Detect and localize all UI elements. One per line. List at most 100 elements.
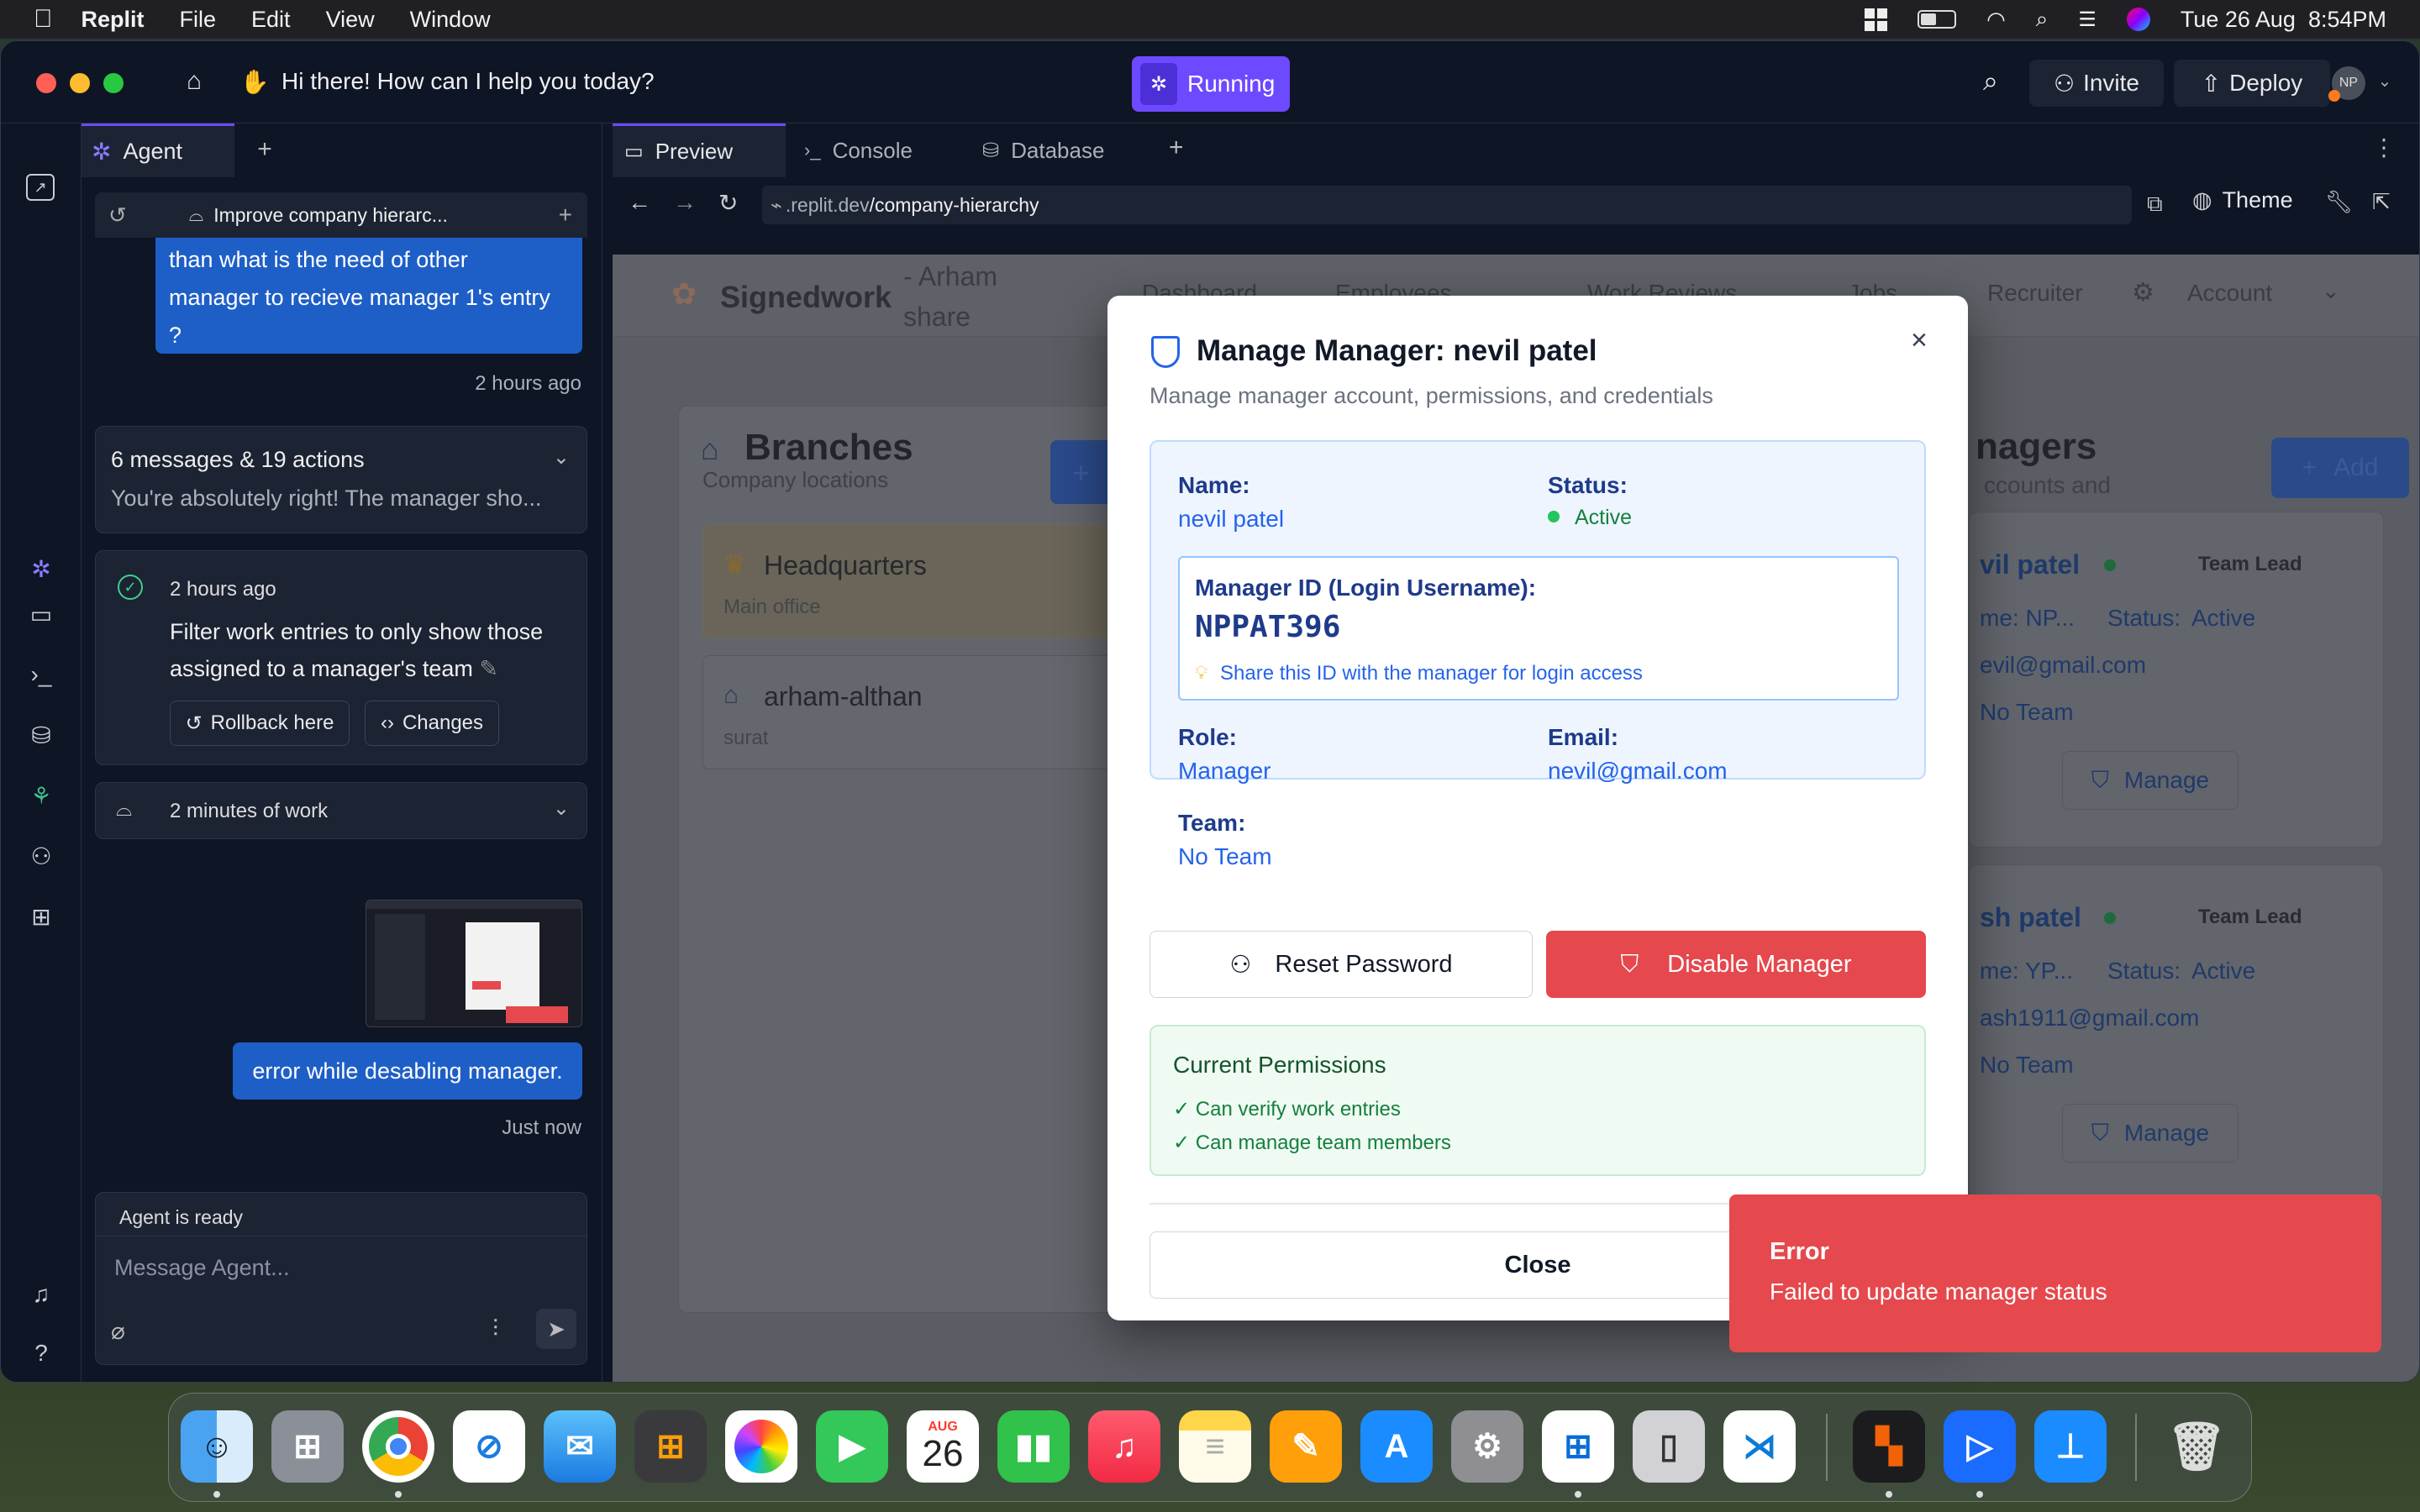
theme-button[interactable]: ◍ Theme (2192, 187, 2293, 213)
role-badge: Team Lead (2198, 906, 2302, 928)
safari-icon[interactable]: ⊘ (453, 1410, 525, 1483)
nav-recruiter[interactable]: Recruiter (1987, 280, 2083, 307)
menu-edit[interactable]: Edit (251, 7, 291, 33)
changes-button[interactable]: ‹› Changes (365, 701, 499, 746)
system-settings-icon[interactable]: ⚙ (1451, 1410, 1523, 1483)
iphone-mirroring-icon[interactable]: ▯ (1633, 1410, 1705, 1483)
grid-icon[interactable] (1865, 8, 1888, 31)
menu-window[interactable]: Window (410, 7, 491, 33)
url-bar[interactable]: ⌁ .replit.dev/company-hierarchy (762, 186, 2132, 224)
calculator-icon[interactable]: ⊞ (634, 1410, 707, 1483)
close-icon[interactable]: × (1911, 324, 1928, 357)
thread-title[interactable]: Improve company hierarc... (213, 204, 448, 227)
summary-card[interactable]: 6 messages & 19 actions ⌄ You're absolut… (95, 426, 587, 533)
numbers-icon[interactable]: ▮▮ (997, 1410, 1070, 1483)
chevron-down-icon[interactable]: ⌄ (553, 796, 570, 821)
zoom-window-button[interactable] (103, 73, 124, 93)
message-input[interactable]: Message Agent... (114, 1255, 568, 1289)
minimize-window-button[interactable] (70, 73, 90, 93)
chevron-down-icon[interactable]: ⌄ (2372, 68, 2397, 93)
menu-file[interactable]: File (180, 7, 217, 33)
hand-icon[interactable]: ✋ (238, 65, 271, 98)
database-icon[interactable]: ⛁ (26, 720, 56, 750)
chevron-down-icon[interactable]: ⌄ (553, 445, 570, 470)
menu-view[interactable]: View (326, 7, 375, 33)
attach-icon[interactable]: ⌀ (111, 1317, 125, 1345)
launchpad-icon[interactable]: ⊞ (271, 1410, 344, 1483)
prompt-text[interactable]: Hi there! How can I help you today? (281, 68, 655, 95)
manage-button[interactable]: ⛉ Manage (2062, 751, 2238, 810)
search-icon[interactable]: ⌕ (2036, 6, 2049, 33)
reset-password-button[interactable]: ⚇ Reset Password (1150, 931, 1533, 998)
console-icon[interactable]: ›_ (26, 659, 56, 690)
facetime-icon[interactable]: ▶ (816, 1410, 888, 1483)
back-icon[interactable]: ← (628, 189, 651, 216)
role-label: Role: (1178, 724, 1237, 750)
tab-database[interactable]: ⛁ Database (971, 123, 1144, 177)
send-button[interactable]: ➤ (536, 1309, 576, 1349)
music-icon[interactable]: ♫ (1088, 1410, 1160, 1483)
tab-agent[interactable]: ✲ Agent (82, 123, 234, 177)
windows-app-icon[interactable]: ⊞ (1542, 1410, 1614, 1483)
disable-manager-button[interactable]: ⛉ Disable Manager (1546, 931, 1926, 998)
brand-name[interactable]: Signedwork (720, 280, 892, 315)
reload-icon[interactable]: ↻ (718, 189, 738, 217)
alerts-icon[interactable]: ♫ (26, 1279, 56, 1310)
manager-id-value[interactable]: NPPAT396 (1195, 610, 1340, 644)
add-manager-button[interactable]: + Add (2271, 438, 2409, 498)
photos-icon[interactable] (725, 1410, 797, 1483)
nav-account[interactable]: Account (2187, 280, 2272, 307)
edit-icon[interactable]: ✎ (479, 656, 498, 681)
mail-icon[interactable]: ✉ (544, 1410, 616, 1483)
home-icon[interactable]: ⌂ (177, 65, 211, 98)
help-icon[interactable]: ? (26, 1338, 56, 1368)
tab-preview[interactable]: ▭ Preview (613, 123, 786, 177)
app-store-icon[interactable]: A (1360, 1410, 1433, 1483)
notes-icon[interactable]: ≡ (1179, 1410, 1251, 1483)
keynote-icon[interactable]: ⊥ (2034, 1410, 2107, 1483)
chrome-icon[interactable] (362, 1410, 434, 1483)
control-center-icon[interactable]: ☰ (2078, 8, 2096, 32)
users-icon[interactable]: ⚇ (26, 841, 56, 871)
new-thread-icon[interactable]: + (559, 202, 572, 228)
apps-grid-icon[interactable]: ⊞ (26, 901, 56, 932)
pages-icon[interactable]: ✎ (1270, 1410, 1342, 1483)
run-status-button[interactable]: ✲ Running (1132, 56, 1290, 112)
trash-icon[interactable]: 🗑︎ (2160, 1410, 2233, 1483)
external-link-icon[interactable]: ⇱ (2372, 189, 2391, 215)
history-icon[interactable]: ↺ (108, 202, 127, 228)
wifi-icon[interactable]: ◠ (1986, 7, 2006, 33)
settings-sliders-icon[interactable]: ⫶ (492, 1315, 498, 1343)
search-icon[interactable]: ⌕ (1974, 65, 2007, 98)
rollback-button[interactable]: ↺ Rollback here (170, 701, 350, 746)
screenshot-attachment[interactable] (366, 900, 582, 1027)
clock[interactable]: Tue 26 Aug 8:54PM (2181, 7, 2386, 33)
chevron-down-icon[interactable]: ⌄ (2322, 278, 2340, 304)
work-summary-card[interactable]: ⌓ 2 minutes of work ⌄ (95, 782, 587, 839)
manage-button[interactable]: ⛉ Manage (2062, 1104, 2238, 1163)
preview-icon[interactable]: ▭ (26, 599, 56, 629)
close-window-button[interactable] (36, 73, 56, 93)
new-tab-button[interactable]: + (1169, 134, 1184, 162)
sidebar-toggle-icon[interactable]: ↗ (26, 174, 55, 201)
deploy-rail-icon[interactable]: ⚘ (26, 780, 56, 811)
more-options-icon[interactable]: ⋮ (2372, 134, 2396, 161)
error-toast[interactable]: Error Failed to update manager status (1729, 1194, 2381, 1352)
agent-icon[interactable]: ✲ (26, 554, 56, 584)
invite-button[interactable]: ⚇ Invite (2029, 60, 2164, 107)
new-tab-button[interactable]: + (250, 135, 280, 165)
forward-icon[interactable]: → (673, 189, 697, 216)
deploy-button[interactable]: ⇧ Deploy (2174, 60, 2330, 107)
siri-icon[interactable] (2126, 8, 2150, 31)
tab-console[interactable]: ›_ Console (792, 123, 965, 177)
vscode-icon[interactable]: ⋊ (1723, 1410, 1796, 1483)
calendar-icon[interactable]: AUG 26 (907, 1410, 979, 1483)
battery-icon[interactable] (1918, 10, 1957, 29)
screen-recorder-icon[interactable]: ▷ (1944, 1410, 2016, 1483)
finder-icon[interactable]: ☺ (181, 1410, 253, 1483)
wrench-icon[interactable]: 🔧︎ (2325, 189, 2353, 215)
apple-icon[interactable]:  (34, 5, 53, 34)
replit-icon[interactable]: ▚ (1853, 1410, 1925, 1483)
menu-app-name[interactable]: Replit (82, 7, 145, 33)
devices-icon[interactable]: ⧉ (2147, 191, 2163, 218)
